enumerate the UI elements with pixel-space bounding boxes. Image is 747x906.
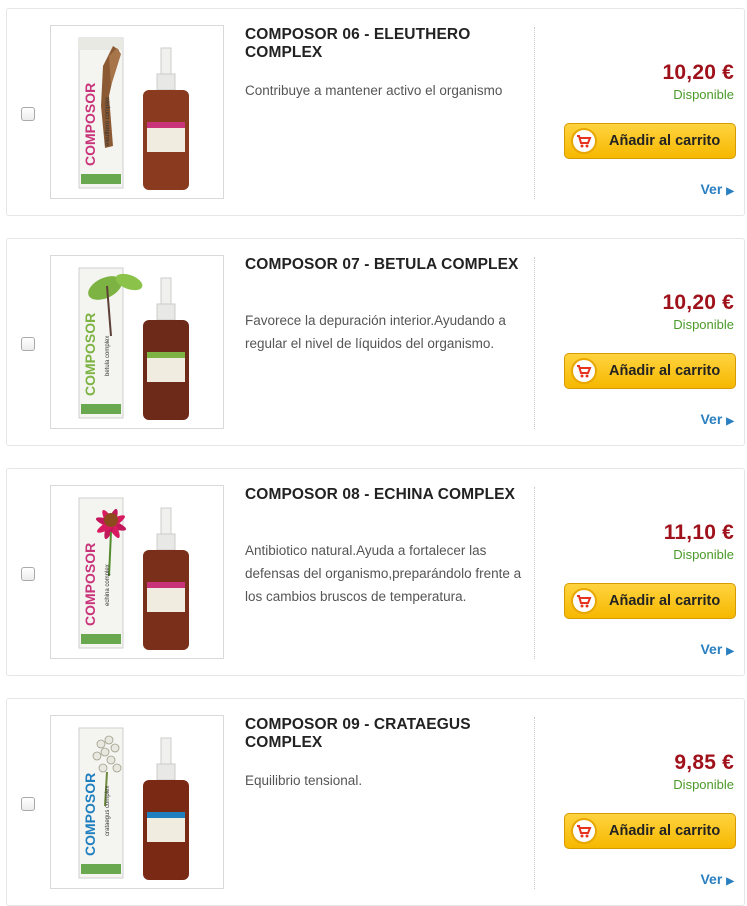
svg-text:eleuthero complex: eleuthero complex [105,97,111,146]
add-to-cart-label: Añadir al carrito [609,363,721,379]
product-price: 11,10 € [663,521,734,544]
availability-status: Disponible [673,317,734,332]
product-price: 10,20 € [662,291,734,314]
product-select-checkbox[interactable] [21,337,35,351]
product-price: 10,20 € [662,61,734,84]
column-divider [534,717,535,889]
shopping-cart-icon [571,358,597,384]
product-price: 9,85 € [674,751,734,774]
product-description: Antibiotico natural.Ayuda a fortalecer l… [245,543,522,604]
add-to-cart-label: Añadir al carrito [609,593,721,609]
add-to-cart-button[interactable]: Añadir al carrito [564,353,736,389]
product-image[interactable]: COMPOSOR crataegus complex [50,715,224,889]
shopping-cart-icon [571,128,597,154]
column-divider [534,27,535,199]
product-select-checkbox[interactable] [21,107,35,121]
svg-text:COMPOSOR: COMPOSOR [82,83,98,166]
view-link-label: Ver [700,871,723,887]
triangle-right-icon: ▶ [726,186,734,197]
product-title[interactable]: COMPOSOR 06 - ELEUTHERO COMPLEX [245,26,527,62]
product-card: COMPOSOR eleuthero complex COMPOSOR 06 -… [6,8,745,216]
svg-text:betula complex: betula complex [105,336,111,376]
column-divider [534,257,535,429]
add-to-cart-label: Añadir al carrito [609,823,721,839]
product-card: COMPOSOR echina complex COMPOSOR 08 - EC… [6,468,745,676]
product-image[interactable]: COMPOSOR echina complex [50,485,224,659]
triangle-right-icon: ▶ [726,646,734,657]
svg-text:COMPOSOR: COMPOSOR [82,313,98,396]
view-link-label: Ver [700,181,723,197]
product-card: COMPOSOR betula complex COMPOSOR 07 - BE… [6,238,745,446]
product-description: Equilibrio tensional. [245,773,363,788]
column-divider [534,487,535,659]
product-title[interactable]: COMPOSOR 09 - CRATAEGUS COMPLEX [245,716,527,752]
add-to-cart-button[interactable]: Añadir al carrito [564,123,736,159]
add-to-cart-button[interactable]: Añadir al carrito [564,583,736,619]
shopping-cart-icon [571,588,597,614]
product-title[interactable]: COMPOSOR 07 - BETULA COMPLEX [245,256,527,274]
availability-status: Disponible [673,87,734,102]
add-to-cart-label: Añadir al carrito [609,133,721,149]
svg-text:echina complex: echina complex [105,564,111,606]
product-image[interactable]: COMPOSOR eleuthero complex [50,25,224,199]
triangle-right-icon: ▶ [726,876,734,887]
add-to-cart-button[interactable]: Añadir al carrito [564,813,736,849]
product-select-checkbox[interactable] [21,567,35,581]
triangle-right-icon: ▶ [726,416,734,427]
view-link[interactable]: Ver ▶ [700,641,734,657]
svg-text:COMPOSOR: COMPOSOR [82,543,98,626]
availability-status: Disponible [673,777,734,792]
product-card: COMPOSOR crataegus complex COMPOSOR 09 -… [6,698,745,906]
view-link[interactable]: Ver ▶ [700,181,734,197]
product-image[interactable]: COMPOSOR betula complex [50,255,224,429]
svg-text:COMPOSOR: COMPOSOR [82,773,98,856]
product-title[interactable]: COMPOSOR 08 - ECHINA COMPLEX [245,486,527,504]
view-link-label: Ver [700,411,723,427]
view-link[interactable]: Ver ▶ [700,871,734,887]
view-link-label: Ver [700,641,723,657]
availability-status: Disponible [673,547,734,562]
shopping-cart-icon [571,818,597,844]
product-description: Favorece la depuración interior.Ayudando… [245,313,506,351]
product-description: Contribuye a mantener activo el organism… [245,83,503,98]
product-list: COMPOSOR eleuthero complex COMPOSOR 06 -… [0,0,747,906]
svg-text:crataegus complex: crataegus complex [105,786,111,836]
view-link[interactable]: Ver ▶ [700,411,734,427]
product-select-checkbox[interactable] [21,797,35,811]
